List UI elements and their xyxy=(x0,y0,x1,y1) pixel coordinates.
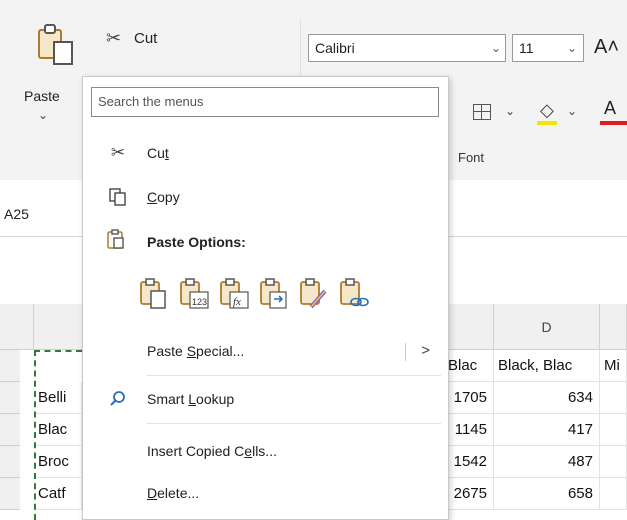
cell[interactable] xyxy=(600,478,627,510)
cell[interactable] xyxy=(600,414,627,446)
copy-icon xyxy=(107,179,129,219)
chevron-down-icon[interactable]: ⌄ xyxy=(505,104,515,118)
row-number[interactable] xyxy=(0,382,20,414)
menu-item-delete[interactable]: Delete... xyxy=(83,475,448,511)
chevron-right-icon[interactable]: > xyxy=(421,333,430,369)
row-number[interactable] xyxy=(0,446,20,478)
cell[interactable]: Mi xyxy=(600,350,627,382)
search-icon xyxy=(107,381,129,421)
cell[interactable] xyxy=(600,446,627,478)
chevron-down-icon[interactable]: ⌄ xyxy=(567,35,577,61)
row-number[interactable] xyxy=(0,350,20,382)
paste-transpose-icon[interactable] xyxy=(259,277,291,311)
chevron-down-icon[interactable]: ⌄ xyxy=(567,104,577,118)
cell[interactable]: 658 xyxy=(494,478,600,510)
cell[interactable]: 1705 xyxy=(444,382,494,414)
scissors-icon: ✂ xyxy=(110,143,126,162)
fill-color-icon[interactable]: ◇ xyxy=(540,100,554,121)
row-number[interactable] xyxy=(0,414,20,446)
column-header-c[interactable] xyxy=(444,304,494,350)
row-number[interactable] xyxy=(0,478,20,510)
submenu-divider xyxy=(405,343,406,361)
cell[interactable]: Belli xyxy=(34,382,82,414)
paste-link-icon[interactable] xyxy=(339,277,371,311)
cell[interactable]: Blac xyxy=(34,414,82,446)
name-box[interactable]: A25 xyxy=(0,200,84,228)
cell[interactable]: Black, Blac xyxy=(494,350,600,382)
menu-divider xyxy=(147,375,441,376)
paste-values-sublabel: 123 xyxy=(192,297,207,307)
cell[interactable]: 487 xyxy=(494,446,600,478)
paste-button-label[interactable]: Paste xyxy=(24,88,60,104)
paste-icon xyxy=(107,229,125,254)
paste-options-heading: Paste Options: xyxy=(147,234,246,250)
menu-divider xyxy=(147,423,441,424)
cell[interactable]: 634 xyxy=(494,382,600,414)
font-group-label: Font xyxy=(458,150,485,165)
cell[interactable]: Catf xyxy=(34,478,82,510)
menu-search-input[interactable]: Search the menus xyxy=(91,87,439,117)
menu-item-label: Insert Copied Cells... xyxy=(147,443,277,459)
cell[interactable]: 1542 xyxy=(444,446,494,478)
font-size-select[interactable]: 11 ⌄ xyxy=(512,34,584,62)
context-menu: Search the menus ✂ Cut Copy Paste Option… xyxy=(82,76,449,520)
menu-item-insert-copied-cells[interactable]: Insert Copied Cells... xyxy=(83,433,448,469)
increase-font-size-button[interactable]: A˄ xyxy=(594,36,619,59)
font-name-value: Calibri xyxy=(315,40,355,56)
chevron-down-icon[interactable]: ⌄ xyxy=(491,35,501,61)
paste-icon[interactable] xyxy=(139,277,171,311)
font-color-icon[interactable]: A xyxy=(604,98,616,119)
menu-item-copy[interactable]: Copy xyxy=(83,179,448,215)
paste-formulas-icon[interactable]: fx xyxy=(219,277,251,311)
menu-item-label: Paste Special... xyxy=(147,343,245,359)
cell[interactable]: Broc xyxy=(34,446,82,478)
column-header-d[interactable]: D xyxy=(494,304,600,350)
cell[interactable]: 1145 xyxy=(444,414,494,446)
menu-item-smart-lookup[interactable]: Smart Lookup xyxy=(83,381,448,417)
paste-icon[interactable] xyxy=(36,22,76,66)
menu-item-paste-special[interactable]: Paste Special... > xyxy=(83,333,448,369)
font-size-value: 11 xyxy=(519,40,534,56)
cut-button[interactable]: Cut xyxy=(134,30,157,47)
paste-formatting-icon[interactable] xyxy=(299,277,331,311)
menu-item-label: Copy xyxy=(147,189,180,205)
borders-icon[interactable] xyxy=(473,104,491,120)
font-name-select[interactable]: Calibri ⌄ xyxy=(308,34,506,62)
menu-item-cut[interactable]: ✂ Cut xyxy=(83,135,448,171)
column-header-e[interactable] xyxy=(600,304,627,350)
cell[interactable]: Blac xyxy=(444,350,494,382)
select-all-corner[interactable] xyxy=(0,304,34,350)
cell[interactable]: 417 xyxy=(494,414,600,446)
paste-formulas-sublabel: fx xyxy=(233,296,241,308)
menu-item-label: Delete... xyxy=(147,485,200,501)
cell[interactable]: 2675 xyxy=(444,478,494,510)
fill-color-swatch xyxy=(537,121,557,125)
menu-item-label: Cut xyxy=(147,145,169,161)
scissors-icon[interactable]: ✂ xyxy=(106,28,121,49)
font-color-swatch xyxy=(600,121,627,125)
paste-dropdown-arrow[interactable]: ⌄ xyxy=(38,108,48,122)
menu-item-label: Smart Lookup xyxy=(147,391,235,407)
cell[interactable] xyxy=(600,382,627,414)
paste-values-icon[interactable]: 123 xyxy=(179,277,211,311)
